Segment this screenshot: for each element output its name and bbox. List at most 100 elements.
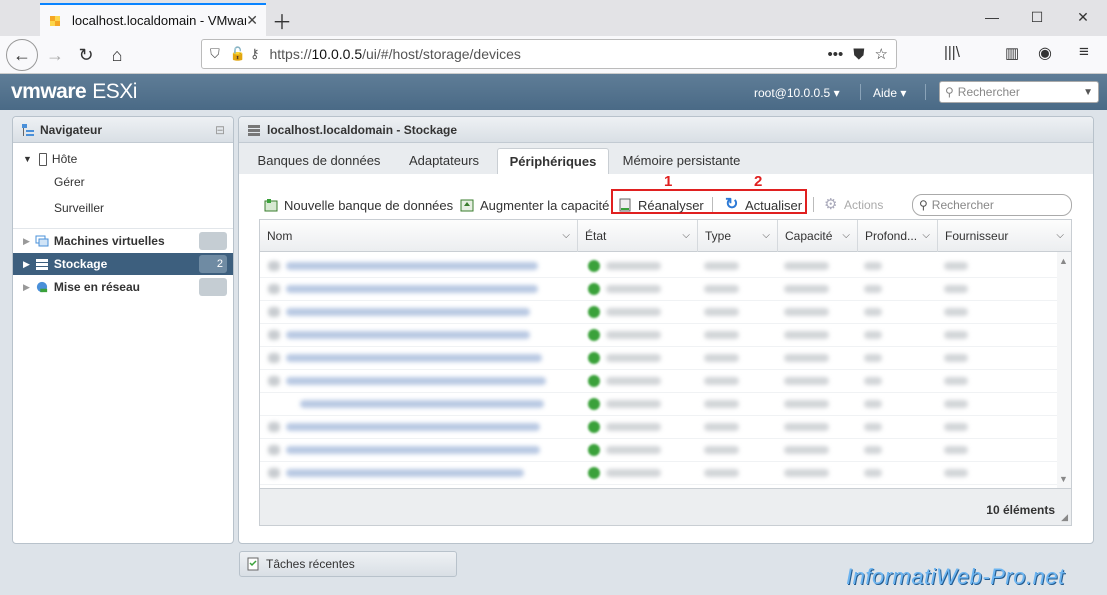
expand-right-icon[interactable]: ▶ <box>23 282 30 293</box>
new-datastore-button[interactable]: Nouvelle banque de données <box>264 196 453 214</box>
device-name-cell <box>286 446 540 454</box>
expand-down-icon[interactable]: ▼ <box>23 154 32 164</box>
tab-persistent-memory[interactable]: Mémoire persistante <box>615 148 748 174</box>
key-icon: ⚷ <box>249 46 260 61</box>
cell-value <box>784 423 829 431</box>
disk-icon <box>268 261 280 271</box>
recent-tasks-bar[interactable]: Tâches récentes <box>239 551 457 577</box>
device-name-cell <box>286 285 538 293</box>
table-row[interactable] <box>260 347 1057 370</box>
account-icon[interactable]: ◉ <box>1038 43 1052 63</box>
nav-item-monitor[interactable]: Surveiller <box>13 197 233 219</box>
device-name-cell <box>286 469 524 477</box>
device-name-cell <box>286 262 538 270</box>
table-row[interactable] <box>260 462 1057 485</box>
nav-item-storage[interactable]: ▶ Stockage 2 <box>13 253 233 275</box>
tab-devices[interactable]: Périphériques <box>497 148 609 174</box>
expand-right-icon[interactable]: ▶ <box>23 236 30 247</box>
table-row[interactable] <box>260 439 1057 462</box>
table-row[interactable] <box>260 278 1057 301</box>
page-actions-icon[interactable]: ••• <box>828 46 844 63</box>
window-close-icon[interactable]: ✕ <box>1068 9 1098 26</box>
chevron-down-icon[interactable]: ⌵ <box>842 220 850 252</box>
new-tab-icon[interactable]: ＋ <box>272 6 292 35</box>
back-icon[interactable]: ← <box>6 39 38 71</box>
navigator-panel: Navigateur ⊟ ▼ Hôte Gérer Surveiller ▶ M… <box>12 116 234 544</box>
minimize-icon[interactable]: — <box>977 9 1007 25</box>
cell-value <box>864 377 882 385</box>
cell-value <box>606 469 661 477</box>
user-menu[interactable]: root@10.0.0.5 ▾ <box>754 86 840 100</box>
nav-item-manage[interactable]: Gérer <box>13 171 233 193</box>
shield-icon[interactable]: ⛉ <box>210 46 220 62</box>
pocket-icon[interactable]: ⛊ <box>853 46 864 63</box>
column-name-label: Nom <box>267 229 293 243</box>
column-vendor-label: Fournisseur <box>945 229 1009 243</box>
lock-warning-icon[interactable]: 🔓 <box>230 46 246 62</box>
table-row[interactable] <box>260 416 1057 439</box>
url-bar[interactable]: ⛉ 🔓 ⚷ https://10.0.0.5/ui/#/host/storage… <box>201 39 897 69</box>
column-header-state[interactable]: État ⌵ <box>578 220 698 252</box>
rescan-button[interactable]: Réanalyser <box>618 196 704 214</box>
column-header-type[interactable]: Type ⌵ <box>698 220 778 252</box>
table-row[interactable] <box>260 370 1057 393</box>
column-header-vendor[interactable]: Fournisseur ⌵ <box>938 220 1071 252</box>
scroll-down-icon[interactable]: ▼ <box>1059 474 1068 484</box>
header-divider <box>860 84 861 100</box>
column-header-name[interactable]: Nom ⌵ <box>260 220 578 252</box>
nav-item-host[interactable]: ▼ Hôte <box>13 148 233 170</box>
column-header-queue-depth[interactable]: Profond... ⌵ <box>858 220 938 252</box>
collapse-panel-icon[interactable]: ⊟ <box>215 123 225 137</box>
storage-icon <box>248 124 260 136</box>
device-name-cell <box>300 400 544 408</box>
device-name-cell <box>286 354 542 362</box>
cell-value <box>606 331 661 339</box>
reload-icon[interactable]: ↻ <box>70 39 102 71</box>
table-row[interactable] <box>260 255 1057 278</box>
increase-capacity-button[interactable]: Augmenter la capacité <box>460 196 609 214</box>
chevron-down-icon[interactable]: ⌵ <box>562 220 570 252</box>
actions-button[interactable]: ⚙ Actions <box>824 196 883 214</box>
chevron-down-icon[interactable]: ⌵ <box>762 220 770 252</box>
home-icon[interactable]: ⌂ <box>101 39 133 71</box>
table-row[interactable] <box>260 324 1057 347</box>
refresh-button[interactable]: ↻ Actualiser <box>725 196 802 214</box>
table-scrollbar[interactable]: ▲ ▼ <box>1057 252 1071 488</box>
table-row[interactable] <box>260 393 1057 416</box>
nav-divider <box>13 228 233 229</box>
help-menu[interactable]: Aide ▾ <box>873 86 906 100</box>
chevron-down-icon[interactable]: ▼ <box>1083 87 1093 98</box>
devices-search-input[interactable]: ⚲ Rechercher <box>912 194 1072 216</box>
column-header-capacity[interactable]: Capacité ⌵ <box>778 220 858 252</box>
tab-adapters[interactable]: Adaptateurs <box>396 148 492 174</box>
browser-tab[interactable]: localhost.localdomain - VMware ESXi ✕ <box>40 3 266 36</box>
cell-value <box>704 285 739 293</box>
cell-value <box>606 308 661 316</box>
nav-item-vms[interactable]: ▶ Machines virtuelles <box>13 230 233 252</box>
url-text[interactable]: https://10.0.0.5/ui/#/host/storage/devic… <box>269 46 817 62</box>
menu-icon[interactable]: ≡ <box>1079 42 1089 62</box>
resize-handle-icon[interactable]: ◢ <box>1061 512 1068 523</box>
chevron-down-icon[interactable]: ⌵ <box>922 220 930 252</box>
host-icon <box>38 152 47 166</box>
refresh-icon: ↻ <box>725 196 739 213</box>
chevron-down-icon[interactable]: ⌵ <box>682 220 690 252</box>
maximize-icon[interactable]: ☐ <box>1022 9 1052 26</box>
network-count-badge <box>199 278 227 296</box>
sidebar-icon[interactable]: ▥ <box>1005 44 1019 62</box>
cell-value <box>704 469 739 477</box>
tab-datastores[interactable]: Banques de données <box>250 148 388 174</box>
nav-monitor-label: Surveiller <box>54 201 105 215</box>
library-icon[interactable]: |||\ <box>944 44 960 61</box>
chevron-down-icon[interactable]: ⌵ <box>1056 220 1064 252</box>
header-search[interactable]: ⚲ Rechercher ▼ <box>939 81 1099 103</box>
cell-value <box>944 469 968 477</box>
expand-right-icon[interactable]: ▶ <box>23 259 30 270</box>
close-tab-icon[interactable]: ✕ <box>246 12 258 29</box>
cell-value <box>944 285 968 293</box>
bookmark-star-icon[interactable]: ☆ <box>875 45 888 63</box>
table-row[interactable] <box>260 301 1057 324</box>
scroll-up-icon[interactable]: ▲ <box>1059 256 1068 266</box>
forward-icon[interactable]: → <box>39 39 71 71</box>
nav-item-networking[interactable]: ▶ Mise en réseau <box>13 276 233 298</box>
